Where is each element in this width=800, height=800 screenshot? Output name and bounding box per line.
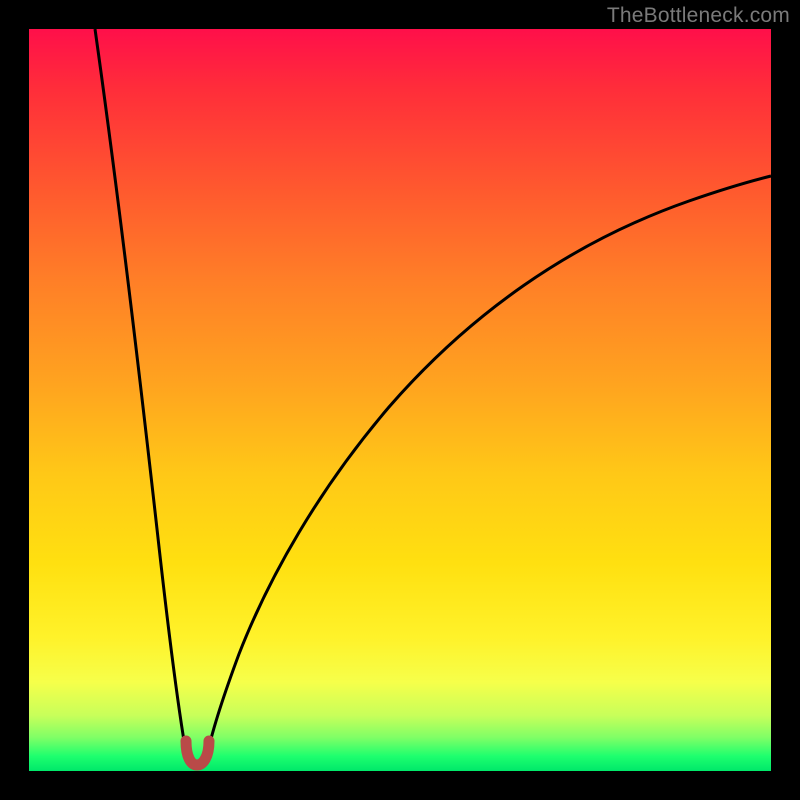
watermark-text: TheBottleneck.com xyxy=(607,4,790,28)
dip-marker xyxy=(186,741,209,765)
bottleneck-curve-right xyxy=(208,176,771,751)
chart-svg xyxy=(29,29,771,771)
chart-plot-area xyxy=(29,29,771,771)
bottleneck-curve-left xyxy=(95,29,187,751)
